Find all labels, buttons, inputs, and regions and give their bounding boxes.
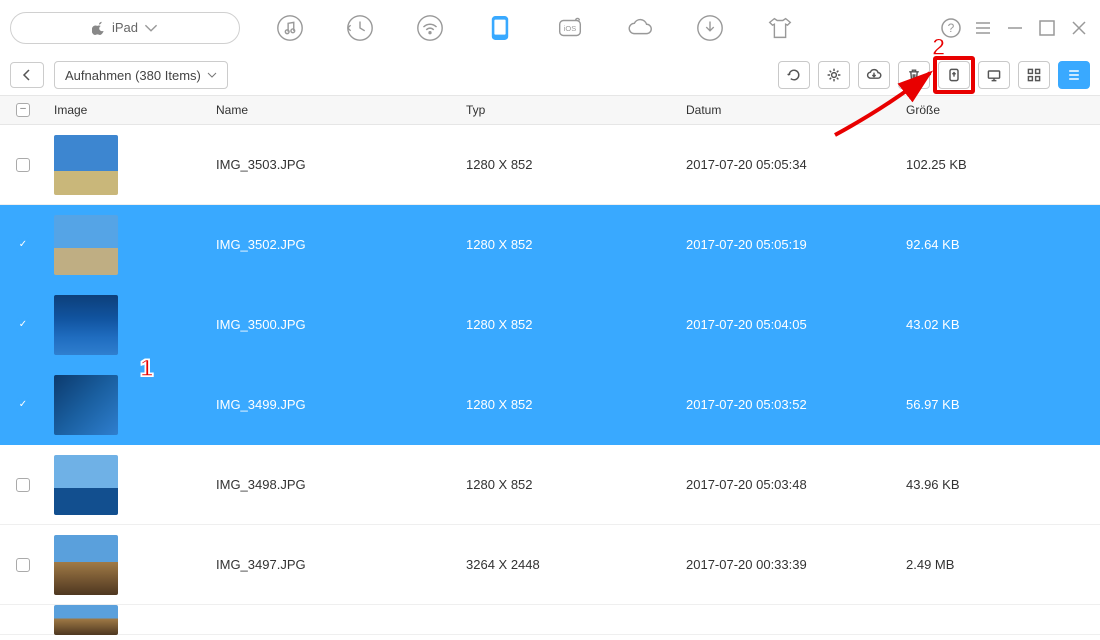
cell-size: 2.49 MB <box>906 557 1100 572</box>
row-checkbox[interactable] <box>16 478 30 492</box>
select-all-checkbox[interactable] <box>16 103 30 117</box>
cell-size: 43.96 KB <box>906 477 1100 492</box>
settings-button[interactable] <box>818 61 850 89</box>
table-row[interactable]: IMG_3499.JPG1280 X 8522017-07-20 05:03:5… <box>0 365 1100 445</box>
category-icons: iOS <box>270 8 800 48</box>
cell-type: 1280 X 852 <box>466 317 686 332</box>
window-controls: ? <box>940 17 1090 39</box>
cell-type: 1280 X 852 <box>466 237 686 252</box>
cell-size: 92.64 KB <box>906 237 1100 252</box>
delete-button[interactable] <box>898 61 930 89</box>
ios-icon[interactable]: iOS <box>550 8 590 48</box>
cell-name: IMG_3502.JPG <box>216 237 466 252</box>
to-pc-button[interactable] <box>978 61 1010 89</box>
menu-icon[interactable] <box>972 17 994 39</box>
svg-text:?: ? <box>948 21 955 35</box>
cell-size: 102.25 KB <box>906 157 1100 172</box>
table-row[interactable]: IMG_3502.JPG1280 X 8522017-07-20 05:05:1… <box>0 205 1100 285</box>
cell-size: 43.02 KB <box>906 317 1100 332</box>
cell-date: 2017-07-20 05:05:34 <box>686 157 906 172</box>
thumbnail <box>54 455 118 515</box>
col-date[interactable]: Datum <box>686 103 906 117</box>
col-image[interactable]: Image <box>46 103 216 117</box>
to-device-button[interactable] <box>938 61 970 89</box>
chevron-down-icon <box>144 21 158 35</box>
table-body: IMG_3503.JPG1280 X 8522017-07-20 05:05:3… <box>0 125 1100 640</box>
cell-name: IMG_3498.JPG <box>216 477 466 492</box>
annotation-2: 2 <box>932 34 945 62</box>
music-icon[interactable] <box>270 8 310 48</box>
cell-name: IMG_3499.JPG <box>216 397 466 412</box>
col-type[interactable]: Typ <box>466 103 686 117</box>
breadcrumb[interactable]: Aufnahmen (380 Items) <box>54 61 228 89</box>
cell-name: IMG_3500.JPG <box>216 317 466 332</box>
table-header: Image Name Typ Datum Größe <box>0 95 1100 125</box>
minimize-icon[interactable] <box>1004 17 1026 39</box>
cell-type: 1280 X 852 <box>466 157 686 172</box>
cell-name: IMG_3497.JPG <box>216 557 466 572</box>
row-checkbox[interactable] <box>16 558 30 572</box>
table-row[interactable]: IMG_3500.JPG1280 X 8522017-07-20 05:04:0… <box>0 285 1100 365</box>
cell-type: 1280 X 852 <box>466 477 686 492</box>
download-icon[interactable] <box>690 8 730 48</box>
table-row[interactable]: IMG_3498.JPG1280 X 8522017-07-20 05:03:4… <box>0 445 1100 525</box>
cell-date: 2017-07-20 05:03:52 <box>686 397 906 412</box>
row-checkbox[interactable] <box>16 318 30 332</box>
photos-icon[interactable] <box>480 8 520 48</box>
thumbnail <box>54 375 118 435</box>
close-icon[interactable] <box>1068 17 1090 39</box>
history-icon[interactable] <box>340 8 380 48</box>
grid-view-button[interactable] <box>1018 61 1050 89</box>
device-label: iPad <box>112 20 138 35</box>
cell-size: 56.97 KB <box>906 397 1100 412</box>
cell-name: IMG_3503.JPG <box>216 157 466 172</box>
thumbnail <box>54 215 118 275</box>
table-row[interactable] <box>0 605 1100 635</box>
thumbnail <box>54 135 118 195</box>
row-checkbox[interactable] <box>16 158 30 172</box>
chevron-down-icon <box>207 70 217 80</box>
right-actions <box>778 61 1090 89</box>
svg-text:iOS: iOS <box>564 23 577 32</box>
cell-date: 2017-07-20 00:33:39 <box>686 557 906 572</box>
col-size[interactable]: Größe <box>906 103 1100 117</box>
shirt-icon[interactable] <box>760 8 800 48</box>
list-view-button[interactable] <box>1058 61 1090 89</box>
device-selector[interactable]: iPad <box>10 12 240 44</box>
back-button[interactable] <box>10 62 44 88</box>
cell-type: 1280 X 852 <box>466 397 686 412</box>
annotation-1: 1 <box>140 355 153 383</box>
table-row[interactable]: IMG_3503.JPG1280 X 8522017-07-20 05:05:3… <box>0 125 1100 205</box>
thumbnail <box>54 535 118 595</box>
table-row[interactable]: IMG_3497.JPG3264 X 24482017-07-20 00:33:… <box>0 525 1100 605</box>
apple-icon <box>92 21 106 35</box>
row-checkbox[interactable] <box>16 398 30 412</box>
refresh-button[interactable] <box>778 61 810 89</box>
cell-type: 3264 X 2448 <box>466 557 686 572</box>
cell-date: 2017-07-20 05:03:48 <box>686 477 906 492</box>
chevron-left-icon <box>21 69 33 81</box>
cloud-icon[interactable] <box>620 8 660 48</box>
col-name[interactable]: Name <box>216 103 466 117</box>
maximize-icon[interactable] <box>1036 17 1058 39</box>
wifi-icon[interactable] <box>410 8 450 48</box>
cell-date: 2017-07-20 05:04:05 <box>686 317 906 332</box>
cell-date: 2017-07-20 05:05:19 <box>686 237 906 252</box>
breadcrumb-label: Aufnahmen (380 Items) <box>65 68 201 83</box>
row-checkbox[interactable] <box>16 238 30 252</box>
cloud-transfer-button[interactable] <box>858 61 890 89</box>
thumbnail <box>54 605 118 635</box>
thumbnail <box>54 295 118 355</box>
